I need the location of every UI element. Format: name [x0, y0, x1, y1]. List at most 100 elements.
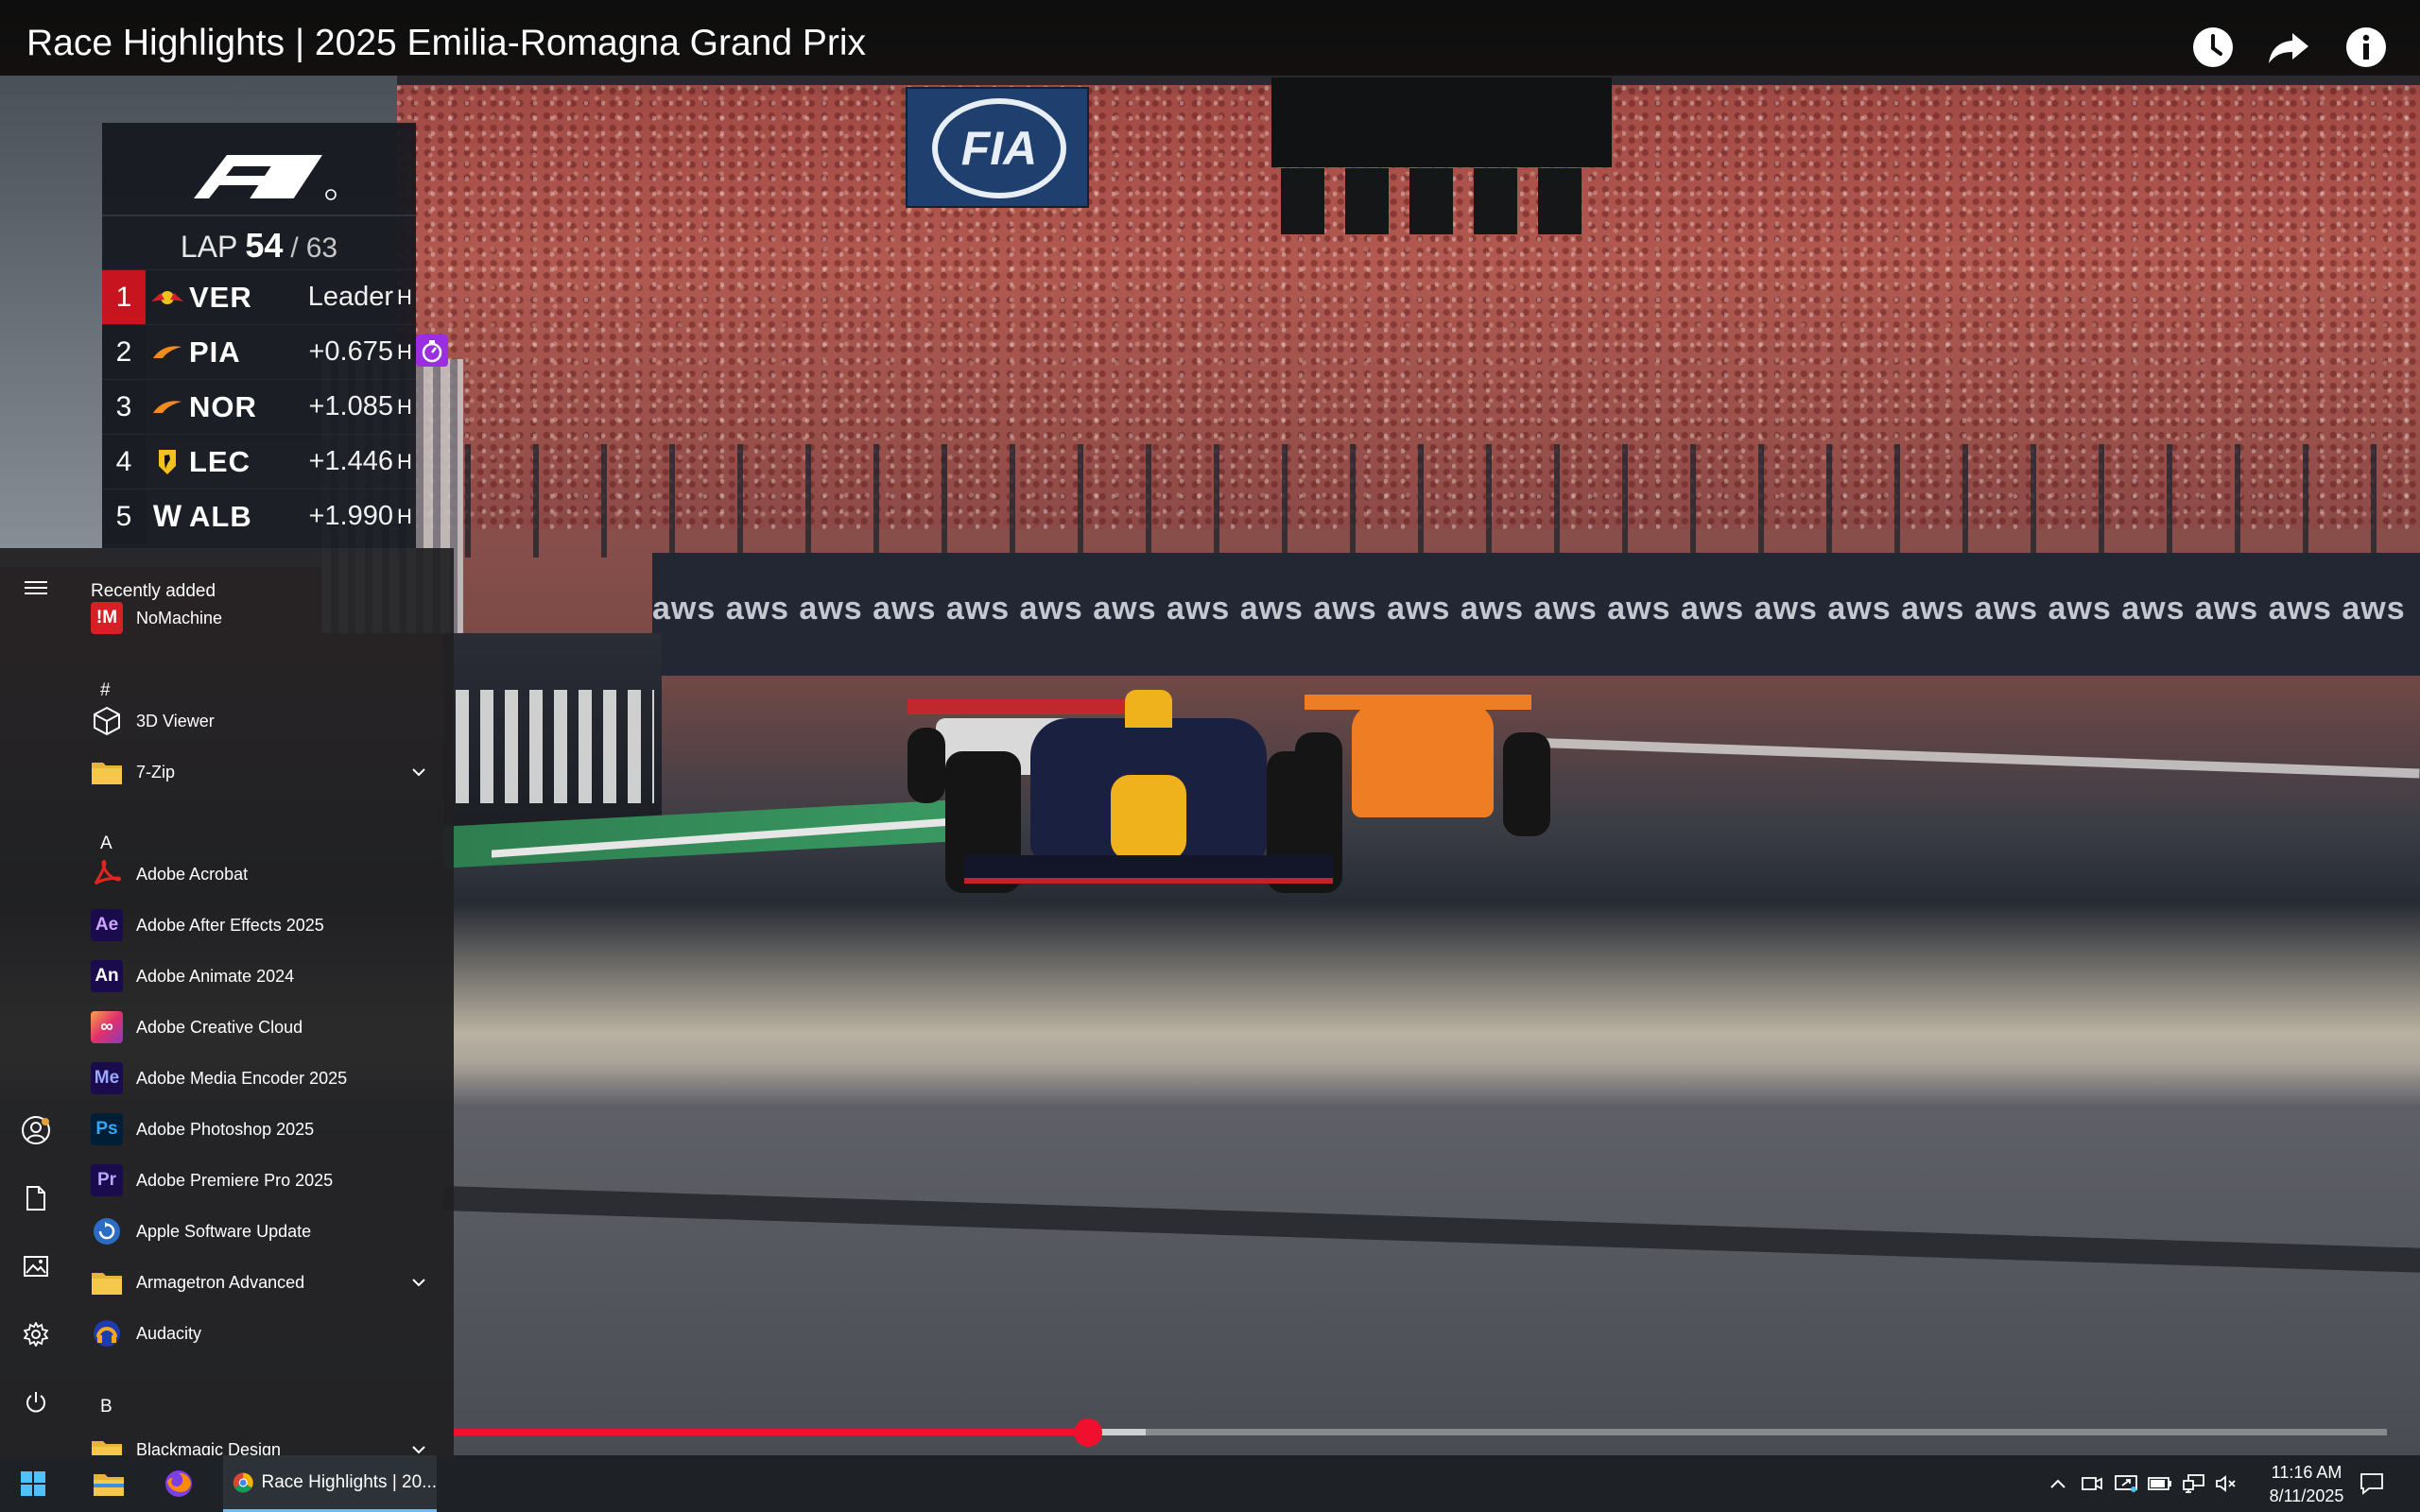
tyre-compound: H	[397, 284, 412, 309]
timing-tower: LAP 54 / 63 1 VER Leader H 2 PIA +0.675 …	[102, 123, 416, 548]
app-item-nomachine[interactable]: !M NoMachine	[72, 593, 450, 644]
app-item-apple-software-update[interactable]: Apple Software Update	[72, 1206, 450, 1257]
standing-row: 5 W ALB +1.990 H	[102, 489, 416, 544]
driver-code: NOR	[189, 389, 257, 423]
app-item-armagetron-advanced[interactable]: Armagetron Advanced	[72, 1257, 450, 1308]
williams-icon: W	[152, 499, 182, 533]
gap-to-leader: +1.085	[308, 391, 393, 421]
position-number: 1	[102, 269, 146, 325]
chrome-icon	[233, 1472, 253, 1492]
account-button[interactable]	[15, 1109, 57, 1151]
folder-icon	[91, 1435, 123, 1455]
notification-icon	[2360, 1473, 2383, 1495]
tray-volume[interactable]	[2213, 1470, 2239, 1497]
start-menu: Recently added !M NoMachine # 3D Viewer …	[0, 548, 454, 1455]
app-item-adobe-after-effects-2025[interactable]: Ae Adobe After Effects 2025	[72, 900, 450, 951]
app-name: Apple Software Update	[136, 1221, 312, 1241]
tray-battery[interactable]	[2147, 1470, 2173, 1497]
driver-code: PIA	[189, 335, 241, 369]
app-item-adobe-photoshop-2025[interactable]: Ps Adobe Photoshop 2025	[72, 1104, 450, 1155]
app-item-adobe-media-encoder-2025[interactable]: Me Adobe Media Encoder 2025	[72, 1053, 450, 1104]
settings-button[interactable]	[15, 1314, 57, 1355]
app-name: 3D Viewer	[136, 711, 215, 730]
chevron-down-icon[interactable]	[407, 761, 430, 783]
driver-code: LEC	[189, 444, 251, 478]
power-button[interactable]	[15, 1382, 57, 1423]
app-name: Adobe Media Encoder 2025	[136, 1068, 348, 1088]
expand-menu-button[interactable]	[15, 567, 57, 609]
share-button[interactable]	[2267, 26, 2310, 69]
f1-logo	[194, 155, 337, 200]
cube-icon	[91, 705, 123, 737]
app-item-adobe-creative-cloud[interactable]: ∞ Adobe Creative Cloud	[72, 1002, 450, 1053]
acrobat-icon	[91, 858, 123, 890]
network-icon	[2183, 1474, 2204, 1493]
tray-meet-now[interactable]	[2079, 1470, 2105, 1497]
app-name: NoMachine	[136, 608, 223, 627]
standing-row: 3 NOR +1.085 H	[102, 379, 416, 435]
gap-to-leader: +0.675	[308, 336, 393, 367]
lap-label: LAP	[180, 230, 238, 264]
tray-network[interactable]	[2181, 1470, 2207, 1497]
media-encoder-icon: Me	[91, 1062, 123, 1094]
tyre-compound: H	[397, 339, 412, 364]
documents-button[interactable]	[15, 1177, 57, 1219]
app-name: Audacity	[136, 1323, 202, 1343]
fia-board: FIA	[906, 87, 1089, 208]
taskbar: Race Highlights | 20... 11:16 AM 8/11/20…	[0, 1455, 2420, 1512]
fia-logo: FIA	[932, 98, 1066, 198]
aws-banner-text: aws aws aws aws aws aws aws aws aws aws …	[652, 591, 2406, 627]
taskbar-chrome-window[interactable]: Race Highlights | 20...	[223, 1455, 437, 1512]
show-hidden-icons-button[interactable]	[2045, 1470, 2071, 1497]
chevron-down-icon[interactable]	[407, 1271, 430, 1294]
tyre-compound: H	[397, 394, 412, 419]
app-item-adobe-acrobat[interactable]: Adobe Acrobat	[72, 849, 450, 900]
info-button[interactable]	[2344, 26, 2388, 69]
clock-date: 8/11/2025	[2269, 1486, 2344, 1505]
gear-icon	[24, 1322, 48, 1347]
video-progress-bar[interactable]	[454, 1418, 2387, 1447]
clock-time: 11:16 AM	[2271, 1463, 2342, 1482]
taskbar-firefox[interactable]	[151, 1455, 206, 1512]
camera-icon	[2082, 1477, 2102, 1490]
screen-share-icon	[2115, 1475, 2137, 1492]
app-item-adobe-animate-2024[interactable]: An Adobe Animate 2024	[72, 951, 450, 1002]
car-red-bull	[945, 671, 1352, 907]
gap-to-leader: +1.446	[308, 446, 393, 476]
tyre-compound: H	[397, 504, 412, 528]
app-item-3d-viewer[interactable]: 3D Viewer	[72, 696, 450, 747]
lap-separator: /	[290, 232, 299, 264]
position-number: 5	[102, 489, 146, 544]
notification-center-button[interactable]	[2359, 1470, 2385, 1497]
app-name: Blackmagic Design	[136, 1440, 282, 1455]
mclaren-icon	[146, 325, 189, 380]
app-item-audacity[interactable]: Audacity	[72, 1308, 450, 1359]
start-button[interactable]	[0, 1455, 66, 1512]
scrubber-handle[interactable]	[1073, 1418, 1102, 1447]
position-number: 3	[102, 379, 146, 435]
played-bar	[454, 1429, 1088, 1435]
power-icon	[26, 1392, 45, 1413]
standing-row: 4 LEC +1.446 H	[102, 434, 416, 490]
app-name: Adobe Creative Cloud	[136, 1017, 303, 1037]
premiere-icon: Pr	[91, 1164, 123, 1196]
volume-muted-icon	[2216, 1475, 2236, 1492]
app-item-adobe-premiere-pro-2025[interactable]: Pr Adobe Premiere Pro 2025	[72, 1155, 450, 1206]
video-title[interactable]: Race Highlights | 2025 Emilia-Romagna Gr…	[26, 23, 866, 64]
app-item-blackmagic-design[interactable]: Blackmagic Design	[72, 1412, 450, 1455]
document-icon	[26, 1186, 45, 1211]
photoshop-icon: Ps	[91, 1113, 123, 1145]
windows-logo-icon	[21, 1471, 45, 1496]
watch-later-button[interactable]	[2191, 26, 2235, 69]
pictures-button[interactable]	[15, 1246, 57, 1287]
tray-screen-share[interactable]	[2113, 1470, 2139, 1497]
info-icon	[2346, 27, 2386, 67]
taskbar-clock[interactable]: 11:16 AM 8/11/2025	[2240, 1461, 2373, 1508]
lap-counter: LAP 54 / 63	[102, 215, 416, 269]
taskbar-window-title: Race Highlights | 20...	[261, 1471, 437, 1492]
chevron-down-icon[interactable]	[407, 1438, 430, 1455]
gap-to-leader: +1.990	[308, 501, 393, 531]
taskbar-file-explorer[interactable]	[81, 1455, 136, 1512]
app-item-7-zip[interactable]: 7-Zip	[72, 747, 450, 798]
gap-to-leader: Leader	[307, 282, 393, 312]
